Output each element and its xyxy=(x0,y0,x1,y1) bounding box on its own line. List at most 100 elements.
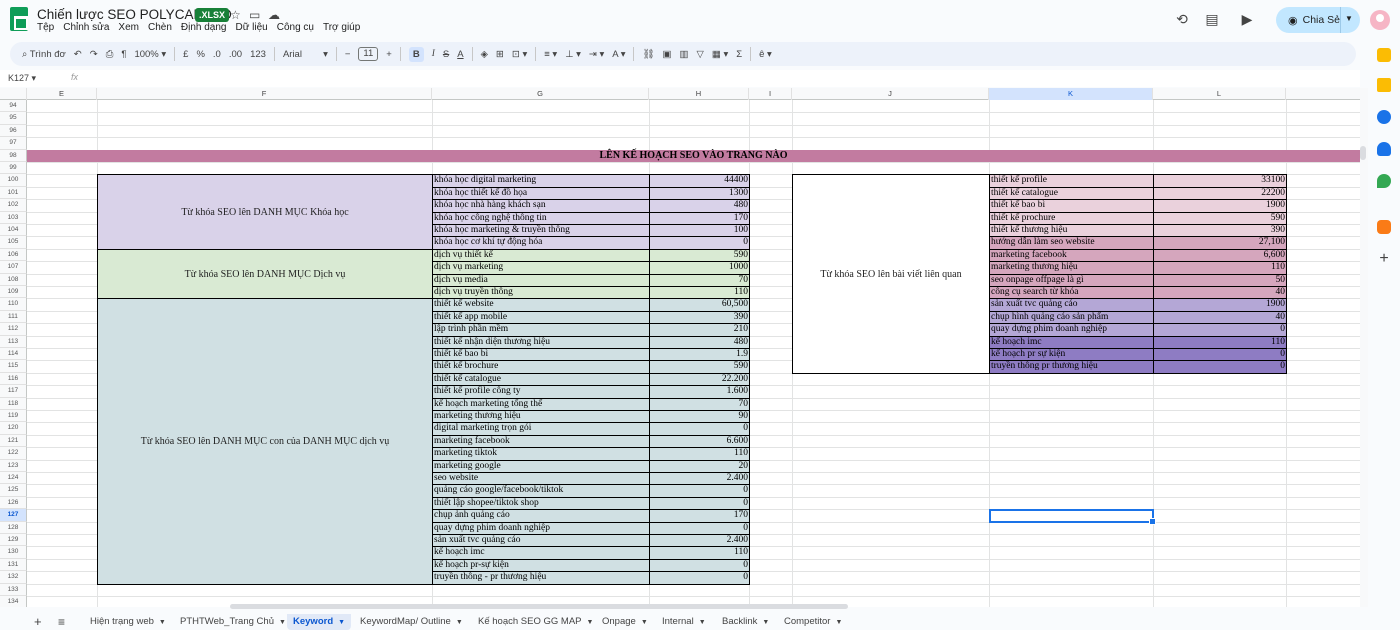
keyword-cell[interactable]: thiết kế nhận diện thương hiệu xyxy=(432,335,650,349)
percent-format-button[interactable]: % xyxy=(196,49,204,60)
keyword-cell[interactable]: lập trình phần mềm xyxy=(432,323,650,337)
keyword-cell[interactable]: marketing facebook xyxy=(432,434,650,449)
paint-format-icon[interactable]: ¶ xyxy=(121,49,126,60)
related-keyword-cell[interactable]: hướng dẫn làm seo website xyxy=(989,236,1154,250)
volume-cell[interactable]: 1.600 xyxy=(649,385,750,399)
text-rotation-icon[interactable]: A ▾ xyxy=(612,49,625,60)
row-header[interactable]: 129 xyxy=(0,534,27,547)
volume-cell[interactable]: 70 xyxy=(649,397,750,411)
search-menus-button[interactable]: ⌕ Trình đơ xyxy=(22,49,66,60)
keyword-cell[interactable]: marketing thương hiệu xyxy=(432,410,650,424)
sheet-tab[interactable]: Kế hoạch SEO GG MAP ▼ xyxy=(472,614,599,630)
row-header[interactable]: 102 xyxy=(0,199,27,212)
row-header[interactable]: 106 xyxy=(0,248,27,262)
volume-cell[interactable]: 0 xyxy=(649,558,750,573)
related-keyword-cell[interactable]: công cụ search từ khóa xyxy=(989,286,1154,300)
keyword-cell[interactable]: digital marketing trọn gói xyxy=(432,422,650,436)
row-header[interactable]: 115 xyxy=(0,360,27,373)
horizontal-scroll-thumb[interactable] xyxy=(230,604,848,609)
row-header[interactable]: 134 xyxy=(0,596,27,607)
menu-0[interactable]: Tệp xyxy=(37,22,54,33)
related-volume-cell[interactable]: 0 xyxy=(1153,323,1287,337)
category-label[interactable]: Từ khóa SEO lên DANH MỤC Dịch vụ xyxy=(97,248,433,300)
font-size-decrease-icon[interactable]: − xyxy=(345,49,351,60)
keyword-cell[interactable]: thiết kế profile công ty xyxy=(432,385,650,399)
volume-cell[interactable]: 110 xyxy=(649,447,750,461)
zoom-select[interactable]: 100% ▾ xyxy=(134,49,166,60)
row-header[interactable]: 120 xyxy=(0,422,27,435)
volume-cell[interactable]: 70 xyxy=(649,273,750,287)
sheet-tab[interactable]: KeywordMap/ Outline ▼ xyxy=(354,614,469,630)
row-header[interactable]: 125 xyxy=(0,484,27,497)
volume-cell[interactable]: 0 xyxy=(649,571,750,585)
sheet-title[interactable]: LÊN KẾ HOẠCH SEO VÀO TRANG NÀO xyxy=(27,150,1360,163)
spreadsheet-grid[interactable]: EFGHIJKL 94 95 96 97 98 99 100 101 102 103 104 105 1… xyxy=(0,88,1360,607)
row-header[interactable]: 96 xyxy=(0,124,27,138)
row-header[interactable]: 122 xyxy=(0,447,27,460)
filter-icon[interactable]: ▽ xyxy=(697,49,704,60)
sheet-tab[interactable]: Competitor ▼ xyxy=(778,614,848,630)
related-volume-cell[interactable]: 110 xyxy=(1153,261,1287,275)
row-header[interactable]: 119 xyxy=(0,410,27,423)
insert-link-icon[interactable]: ⛓ xyxy=(642,49,654,60)
related-keyword-cell[interactable]: chụp hình quảng cáo sản phẩm xyxy=(989,310,1154,325)
keyword-cell[interactable]: dịch vụ truyền thông xyxy=(432,286,650,300)
sheet-tab[interactable]: PTHTWeb_Trang Chủ ▼ xyxy=(174,614,292,630)
input-tools-icon[interactable]: ê ▾ xyxy=(759,49,772,60)
column-header-J[interactable]: J xyxy=(792,88,989,100)
menu-4[interactable]: Định dạng xyxy=(181,22,227,33)
volume-cell[interactable]: 170 xyxy=(649,211,750,225)
related-volume-cell[interactable]: 0 xyxy=(1153,348,1287,362)
row-header[interactable]: 111 xyxy=(0,310,27,324)
fill-color-icon[interactable]: ◈ xyxy=(481,49,488,60)
row-header[interactable]: 108 xyxy=(0,273,27,286)
keyword-cell[interactable]: khóa học cơ khí tự động hóa xyxy=(432,236,650,250)
volume-cell[interactable]: 100 xyxy=(649,224,750,238)
column-header-H[interactable]: H xyxy=(649,88,749,100)
column-header-K[interactable]: K xyxy=(989,88,1153,100)
row-header[interactable]: 133 xyxy=(0,583,27,596)
vertical-scroll-thumb[interactable] xyxy=(1360,146,1366,160)
related-keyword-cell[interactable]: thiết kế bao bì xyxy=(989,199,1154,213)
related-keyword-cell[interactable]: seo onpage offpage là gì xyxy=(989,273,1154,287)
row-header[interactable]: 127 xyxy=(0,509,27,522)
cloud-status-icon[interactable]: ☁ xyxy=(268,8,280,22)
volume-cell[interactable]: 6.600 xyxy=(649,434,750,449)
row-header[interactable]: 112 xyxy=(0,323,27,336)
horizontal-align-icon[interactable]: ≡ ▾ xyxy=(544,49,557,60)
related-volume-cell[interactable]: 1900 xyxy=(1153,298,1287,312)
category-label[interactable]: Từ khóa SEO lên DANH MỤC con của DANH MỤ… xyxy=(97,298,433,585)
row-header[interactable]: 105 xyxy=(0,236,27,249)
keyword-cell[interactable]: khóa học thiết kế đồ họa xyxy=(432,186,650,201)
add-addon-icon[interactable]: + xyxy=(1377,251,1391,267)
related-volume-cell[interactable]: 110 xyxy=(1153,335,1287,349)
borders-icon[interactable]: ⊞ xyxy=(496,49,504,60)
insert-comment-icon[interactable]: ▣ xyxy=(663,49,672,60)
keyword-cell[interactable]: khóa học công nghệ thông tin xyxy=(432,211,650,225)
chevron-down-icon[interactable]: ▼ xyxy=(456,619,463,626)
volume-cell[interactable]: 390 xyxy=(649,310,750,325)
addon-icon[interactable] xyxy=(1377,220,1391,234)
sheet-tab[interactable]: Hiện trạng web ▼ xyxy=(84,614,172,630)
filter-views-icon[interactable]: ▦ ▾ xyxy=(712,49,728,60)
font-size-increase-icon[interactable]: + xyxy=(386,49,392,60)
volume-cell[interactable]: 170 xyxy=(649,509,750,523)
sheet-tab[interactable]: Backlink ▼ xyxy=(716,614,775,630)
menu-7[interactable]: Trợ giúp xyxy=(323,22,360,33)
keyword-cell[interactable]: thiết kế app mobile xyxy=(432,310,650,325)
merge-cells-icon[interactable]: ⊡ ▾ xyxy=(512,49,527,60)
keep-icon[interactable] xyxy=(1377,78,1391,92)
strikethrough-icon[interactable]: S xyxy=(443,49,449,60)
row-header[interactable]: 103 xyxy=(0,211,27,224)
volume-cell[interactable]: 480 xyxy=(649,199,750,213)
keyword-cell[interactable]: chụp ảnh quảng cáo xyxy=(432,509,650,523)
volume-cell[interactable]: 1300 xyxy=(649,186,750,201)
row-header[interactable]: 101 xyxy=(0,186,27,200)
decrease-decimal-button[interactable]: .0 xyxy=(213,49,221,60)
row-header[interactable]: 124 xyxy=(0,472,27,485)
related-keyword-cell[interactable]: sản xuất tvc quảng cáo xyxy=(989,298,1154,312)
volume-cell[interactable]: 60,500 xyxy=(649,298,750,312)
related-keyword-cell[interactable]: marketing facebook xyxy=(989,248,1154,263)
keyword-cell[interactable]: marketing google xyxy=(432,459,650,473)
volume-cell[interactable]: 110 xyxy=(649,546,750,560)
